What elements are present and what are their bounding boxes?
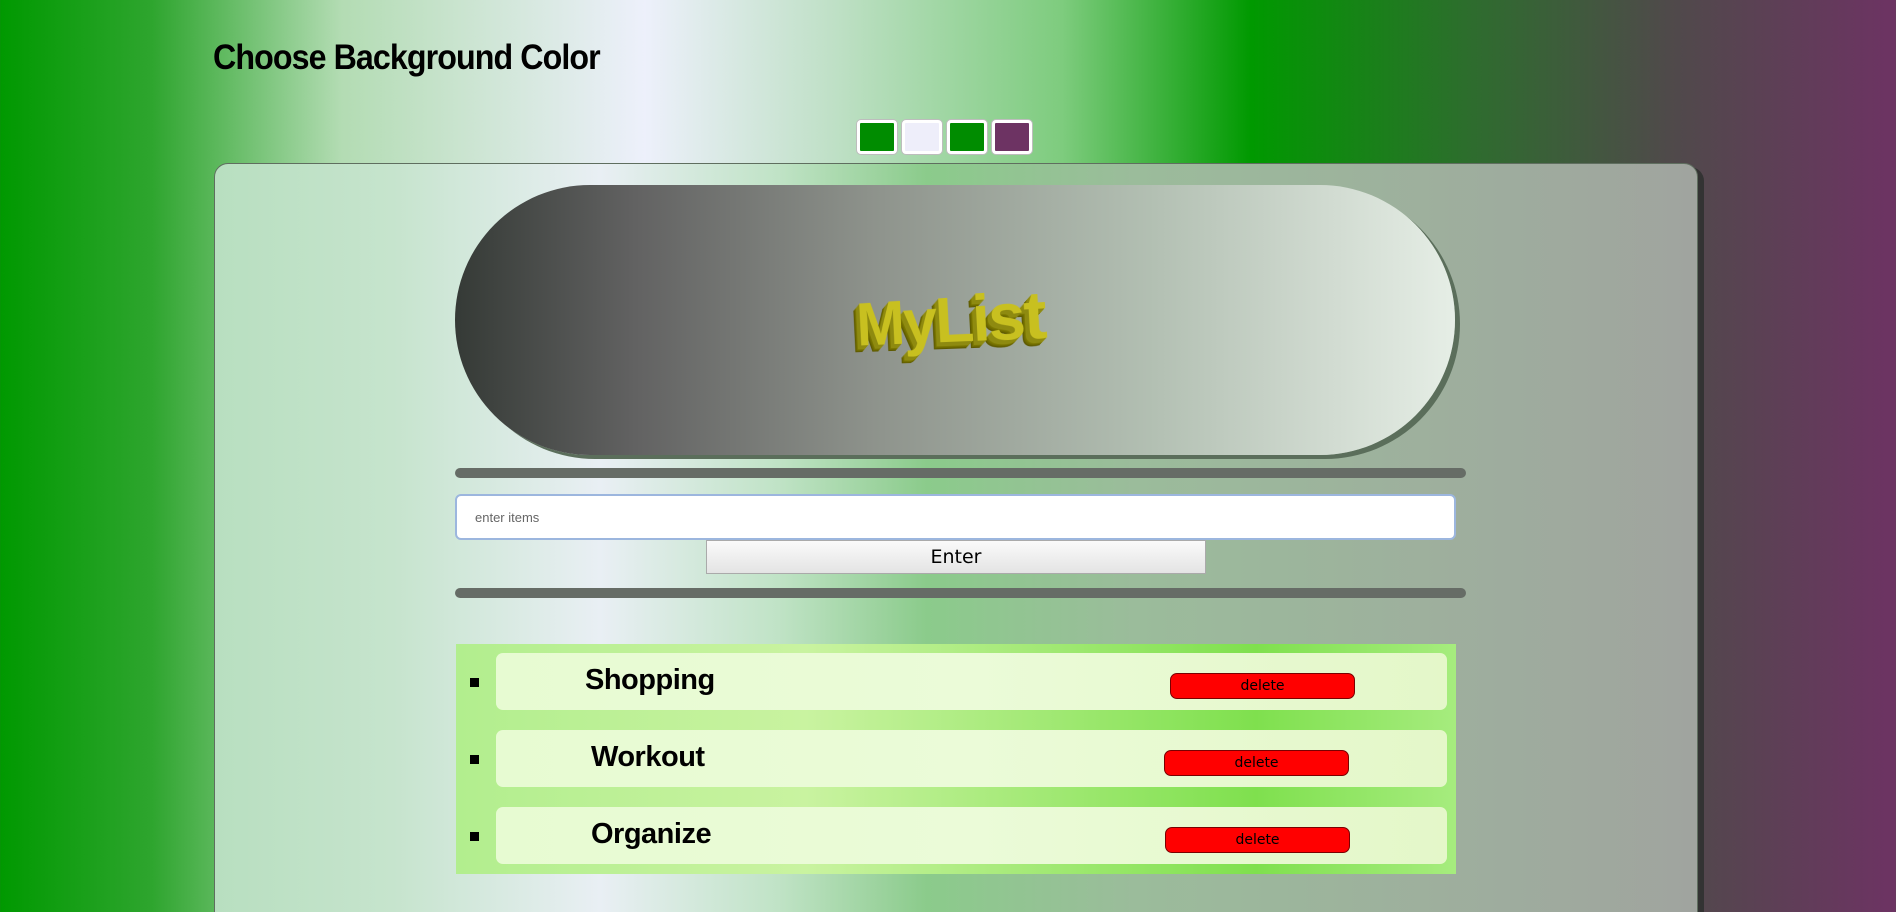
delete-button[interactable]: delete bbox=[1170, 673, 1355, 699]
list-item-label: Workout bbox=[591, 741, 705, 774]
list-item-label: Organize bbox=[591, 818, 711, 851]
list-item-card: Organize delete bbox=[496, 807, 1447, 864]
delete-button[interactable]: delete bbox=[1164, 750, 1349, 776]
bullet-icon bbox=[470, 832, 479, 841]
list-item: Organize delete bbox=[456, 807, 1447, 864]
list-item: Workout delete bbox=[456, 730, 1447, 787]
todo-list: Shopping delete Workout delete Organize … bbox=[456, 644, 1456, 874]
banner: MyList bbox=[455, 185, 1455, 455]
divider-bottom bbox=[455, 588, 1466, 598]
list-item-label: Shopping bbox=[585, 664, 715, 697]
delete-button[interactable]: delete bbox=[1165, 827, 1350, 853]
swatch-green[interactable] bbox=[857, 120, 897, 154]
list-item-card: Shopping delete bbox=[496, 653, 1447, 710]
divider-top bbox=[455, 468, 1466, 478]
bullet-icon bbox=[470, 678, 479, 687]
list-item: Shopping delete bbox=[456, 653, 1447, 710]
item-input[interactable] bbox=[455, 494, 1456, 540]
swatch-purple[interactable] bbox=[992, 120, 1032, 154]
swatch-green-2[interactable] bbox=[947, 120, 987, 154]
list-item-card: Workout delete bbox=[496, 730, 1447, 787]
swatch-lavender[interactable] bbox=[902, 120, 942, 154]
app-logo: MyList bbox=[854, 276, 1046, 360]
page-title: Choose Background Color bbox=[213, 38, 600, 78]
bullet-icon bbox=[470, 755, 479, 764]
enter-button[interactable]: Enter bbox=[706, 540, 1206, 574]
color-swatches bbox=[857, 120, 1032, 154]
